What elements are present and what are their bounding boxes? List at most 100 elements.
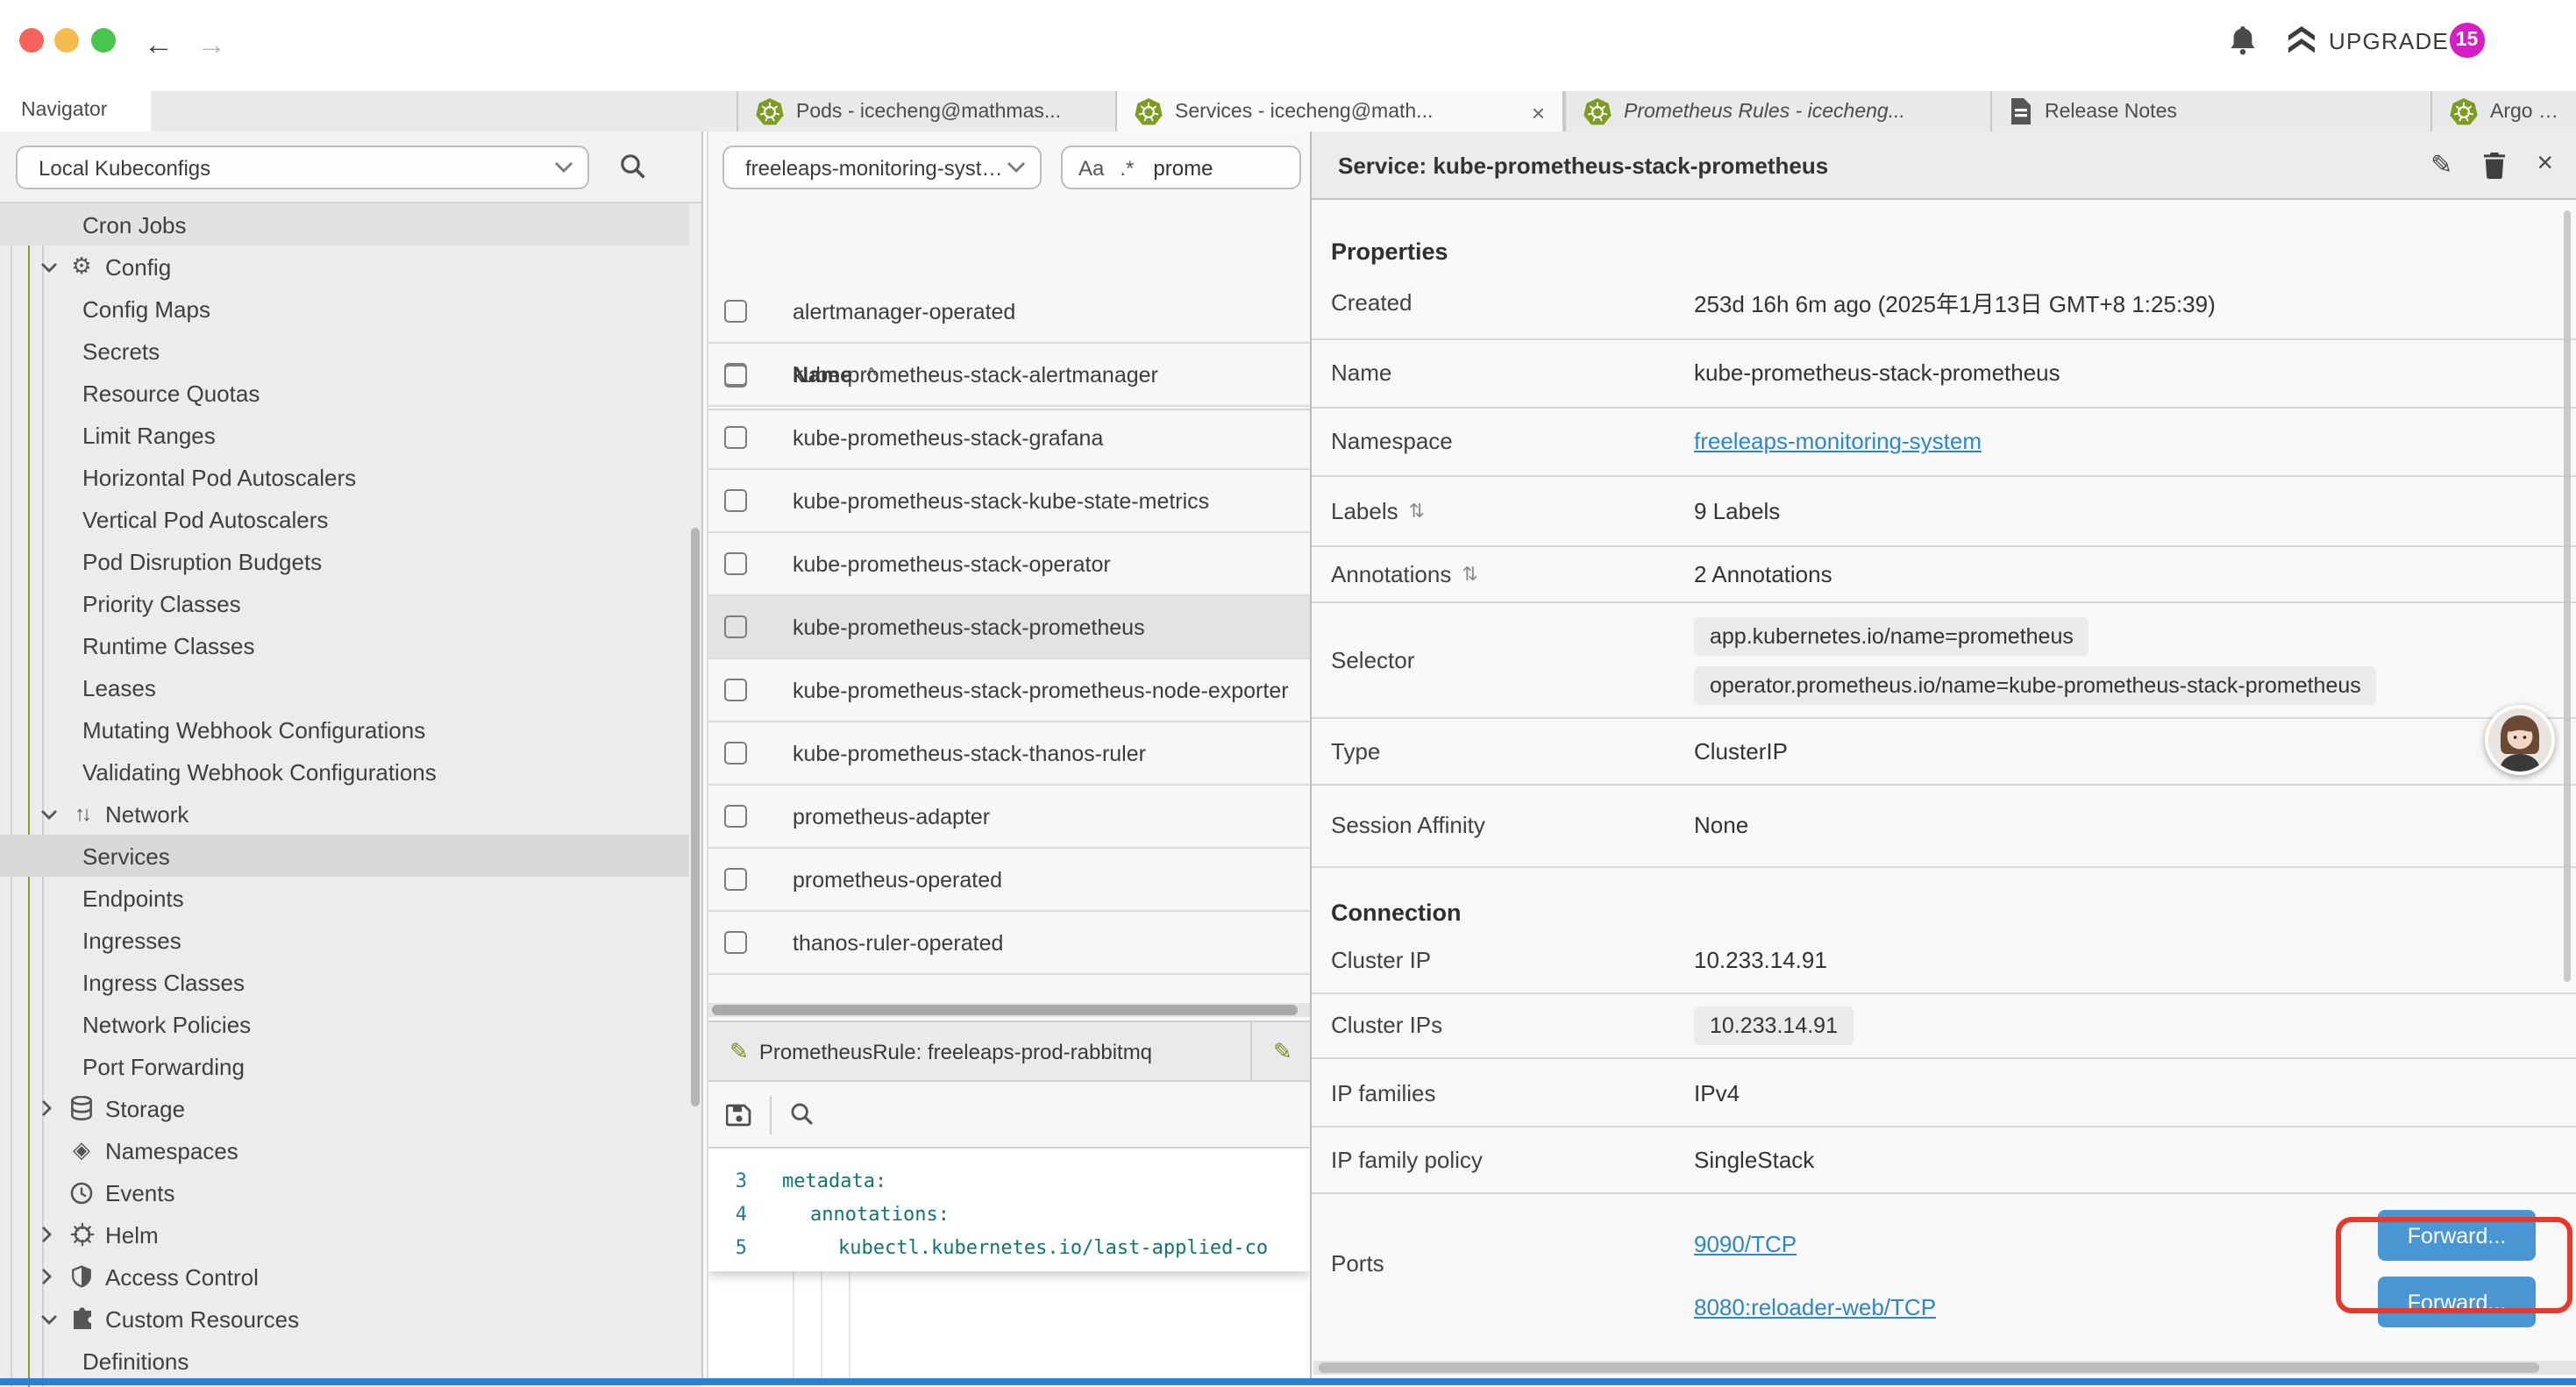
table-row[interactable]: kube-prometheus-stack-prometheus-node-ex… xyxy=(708,659,1310,722)
namespace-filter-dropdown[interactable]: freeleaps-monitoring-system xyxy=(722,146,1042,189)
table-row[interactable]: thanos-ruler-operated xyxy=(708,912,1310,975)
chevron-right-icon xyxy=(40,1226,53,1243)
bottom-tab-prometheusrule[interactable]: ✎ PrometheusRule: freeleaps-prod-rabbitm… xyxy=(708,1037,1250,1065)
sidebar-item-resource-quotas[interactable]: Resource Quotas xyxy=(0,372,689,414)
sort-icon[interactable]: ⇅ xyxy=(1409,500,1425,523)
close-icon[interactable]: × xyxy=(2537,149,2553,181)
sidebar-item-leases[interactable]: Leases xyxy=(0,666,689,708)
bottom-tab-next[interactable]: ✎ xyxy=(1252,1037,1292,1065)
tab-release-notes[interactable]: Release Notes xyxy=(1990,91,2430,132)
sidebar-item-network-policies[interactable]: Network Policies xyxy=(0,1003,689,1045)
row-checkbox[interactable] xyxy=(724,805,747,828)
sidebar-item-storage[interactable]: Storage xyxy=(0,1087,689,1129)
close-icon[interactable]: × xyxy=(1532,99,1545,125)
tab-argo-se[interactable]: Argo Se xyxy=(2430,91,2576,132)
sidebar-item-validating-webhook-configurations[interactable]: Validating Webhook Configurations xyxy=(0,750,689,793)
detail-vertical-scrollbar[interactable] xyxy=(2564,210,2571,982)
table-row[interactable]: kube-prometheus-stack-alertmanager xyxy=(708,344,1310,407)
bottom-accent-bar xyxy=(0,1378,2576,1385)
navigator-panel-tab[interactable]: Navigator xyxy=(0,91,151,133)
sidebar-item-access-control[interactable]: Access Control xyxy=(0,1255,689,1298)
editor-search-icon[interactable] xyxy=(789,1101,815,1127)
sidebar-item-secrets[interactable]: Secrets xyxy=(0,330,689,372)
table-row[interactable]: kube-prometheus-stack-prometheus xyxy=(708,596,1310,659)
yaml-editor[interactable]: 0","for":"1m","labels":{"service":"12Met… xyxy=(708,1149,1310,1385)
port-link[interactable]: 9090/TCP xyxy=(1694,1232,1936,1258)
table-row[interactable]: alertmanager-operated xyxy=(708,281,1310,344)
row-checkbox[interactable] xyxy=(724,552,747,575)
sidebar-item-events[interactable]: Events xyxy=(0,1171,689,1213)
back-arrow-icon[interactable]: ← xyxy=(144,23,174,68)
detail-row-created: Created253d 16h 6m ago (2025年1月13日 GMT+8… xyxy=(1312,267,2576,340)
detail-panel-title: Service: kube-prometheus-stack-prometheu… xyxy=(1338,152,2430,178)
row-checkbox[interactable] xyxy=(724,931,747,954)
sidebar-item-services[interactable]: Services xyxy=(0,835,689,877)
bell-icon[interactable] xyxy=(2229,25,2257,56)
user-avatar[interactable] xyxy=(2485,705,2555,775)
traffic-light-close[interactable] xyxy=(19,28,44,53)
sidebar-item-vertical-pod-autoscalers[interactable]: Vertical Pod Autoscalers xyxy=(0,498,689,540)
detail-row-annotations: Annotations⇅2 Annotations xyxy=(1312,547,2576,603)
sidebar-search-icon[interactable] xyxy=(619,153,647,181)
tab-services-icecheng-math[interactable]: Services - icecheng@math...× xyxy=(1115,91,1564,133)
chevron-down-icon xyxy=(40,807,58,820)
table-horizontal-scrollbar[interactable] xyxy=(708,1003,1310,1017)
sidebar-item-definitions[interactable]: Definitions xyxy=(0,1340,689,1382)
row-checkbox[interactable] xyxy=(724,742,747,765)
sidebar-scrollbar[interactable] xyxy=(691,528,700,1106)
notification-count-badge[interactable]: 15 xyxy=(2450,23,2484,57)
row-checkbox[interactable] xyxy=(724,426,747,449)
detail-value: 2 Annotations xyxy=(1694,561,1832,587)
row-checkbox[interactable] xyxy=(724,363,747,386)
table-row[interactable]: prometheus-adapter xyxy=(708,786,1310,849)
sidebar-item-horizontal-pod-autoscalers[interactable]: Horizontal Pod Autoscalers xyxy=(0,456,689,498)
detail-horizontal-scrollbar[interactable] xyxy=(1313,1361,2576,1375)
namespace-link[interactable]: freeleaps-monitoring-system xyxy=(1694,428,1982,454)
table-row[interactable]: kube-prometheus-stack-kube-state-metrics xyxy=(708,470,1310,533)
table-row[interactable]: prometheus-operated xyxy=(708,849,1310,912)
port-link[interactable]: 8080:reloader-web/TCP xyxy=(1694,1295,1936,1321)
traffic-light-zoom[interactable] xyxy=(91,28,116,53)
row-checkbox[interactable] xyxy=(724,679,747,701)
row-checkbox[interactable] xyxy=(724,489,747,512)
kubeconfig-selector[interactable]: Local Kubeconfigs xyxy=(16,146,589,189)
sidebar-item-port-forwarding[interactable]: Port Forwarding xyxy=(0,1045,689,1087)
row-checkbox[interactable] xyxy=(724,300,747,323)
services-list-panel: freeleaps-monitoring-system Aa .* prome … xyxy=(708,132,1310,1385)
sort-icon[interactable]: ⇅ xyxy=(1462,563,1477,586)
table-row[interactable]: kube-prometheus-stack-thanos-ruler xyxy=(708,722,1310,786)
sidebar-item-config-maps[interactable]: Config Maps xyxy=(0,288,689,330)
regex-icon[interactable]: .* xyxy=(1120,155,1134,180)
table-search-input[interactable]: Aa .* prome xyxy=(1061,146,1301,189)
sidebar-item-config[interactable]: ⚙Config xyxy=(0,245,689,288)
detail-value: IPv4 xyxy=(1694,1079,1740,1106)
sidebar-item-helm[interactable]: Helm xyxy=(0,1213,689,1255)
forward-arrow-icon[interactable]: → xyxy=(196,23,226,68)
sidebar-item-network[interactable]: ↑↓Network xyxy=(0,793,689,835)
traffic-light-minimize[interactable] xyxy=(54,28,79,53)
sidebar-item-namespaces[interactable]: ◈Namespaces xyxy=(0,1129,689,1171)
sidebar-item-runtime-classes[interactable]: Runtime Classes xyxy=(0,624,689,666)
upgrade-label[interactable]: UPGRADE xyxy=(2329,28,2449,54)
table-row[interactable]: kube-prometheus-stack-grafana xyxy=(708,407,1310,470)
upgrade-chevrons-icon[interactable] xyxy=(2285,25,2318,56)
match-case-icon[interactable]: Aa xyxy=(1078,155,1104,180)
save-icon[interactable] xyxy=(726,1101,752,1127)
chevron-right-icon xyxy=(40,1268,53,1285)
tab-prometheus-rules-icecheng[interactable]: Prometheus Rules - icecheng... xyxy=(1564,91,1990,132)
row-checkbox[interactable] xyxy=(724,615,747,638)
sidebar-item-ingress-classes[interactable]: Ingress Classes xyxy=(0,961,689,1003)
table-row[interactable]: kube-prometheus-stack-operator xyxy=(708,533,1310,596)
sidebar-item-endpoints[interactable]: Endpoints xyxy=(0,877,689,919)
row-checkbox[interactable] xyxy=(724,868,747,891)
sidebar-item-ingresses[interactable]: Ingresses xyxy=(0,919,689,961)
sidebar-item-cron-jobs[interactable]: Cron Jobs xyxy=(0,203,689,245)
edit-pencil-icon[interactable]: ✎ xyxy=(2430,149,2452,181)
sidebar-item-custom-resources[interactable]: Custom Resources xyxy=(0,1298,689,1340)
sidebar-item-pod-disruption-budgets[interactable]: Pod Disruption Budgets xyxy=(0,540,689,582)
delete-trash-icon[interactable] xyxy=(2482,152,2505,178)
sidebar-item-limit-ranges[interactable]: Limit Ranges xyxy=(0,414,689,456)
sidebar-item-priority-classes[interactable]: Priority Classes xyxy=(0,582,689,624)
tab-pods-icecheng-mathmas[interactable]: Pods - icecheng@mathmas... xyxy=(737,91,1115,132)
sidebar-item-mutating-webhook-configurations[interactable]: Mutating Webhook Configurations xyxy=(0,708,689,750)
